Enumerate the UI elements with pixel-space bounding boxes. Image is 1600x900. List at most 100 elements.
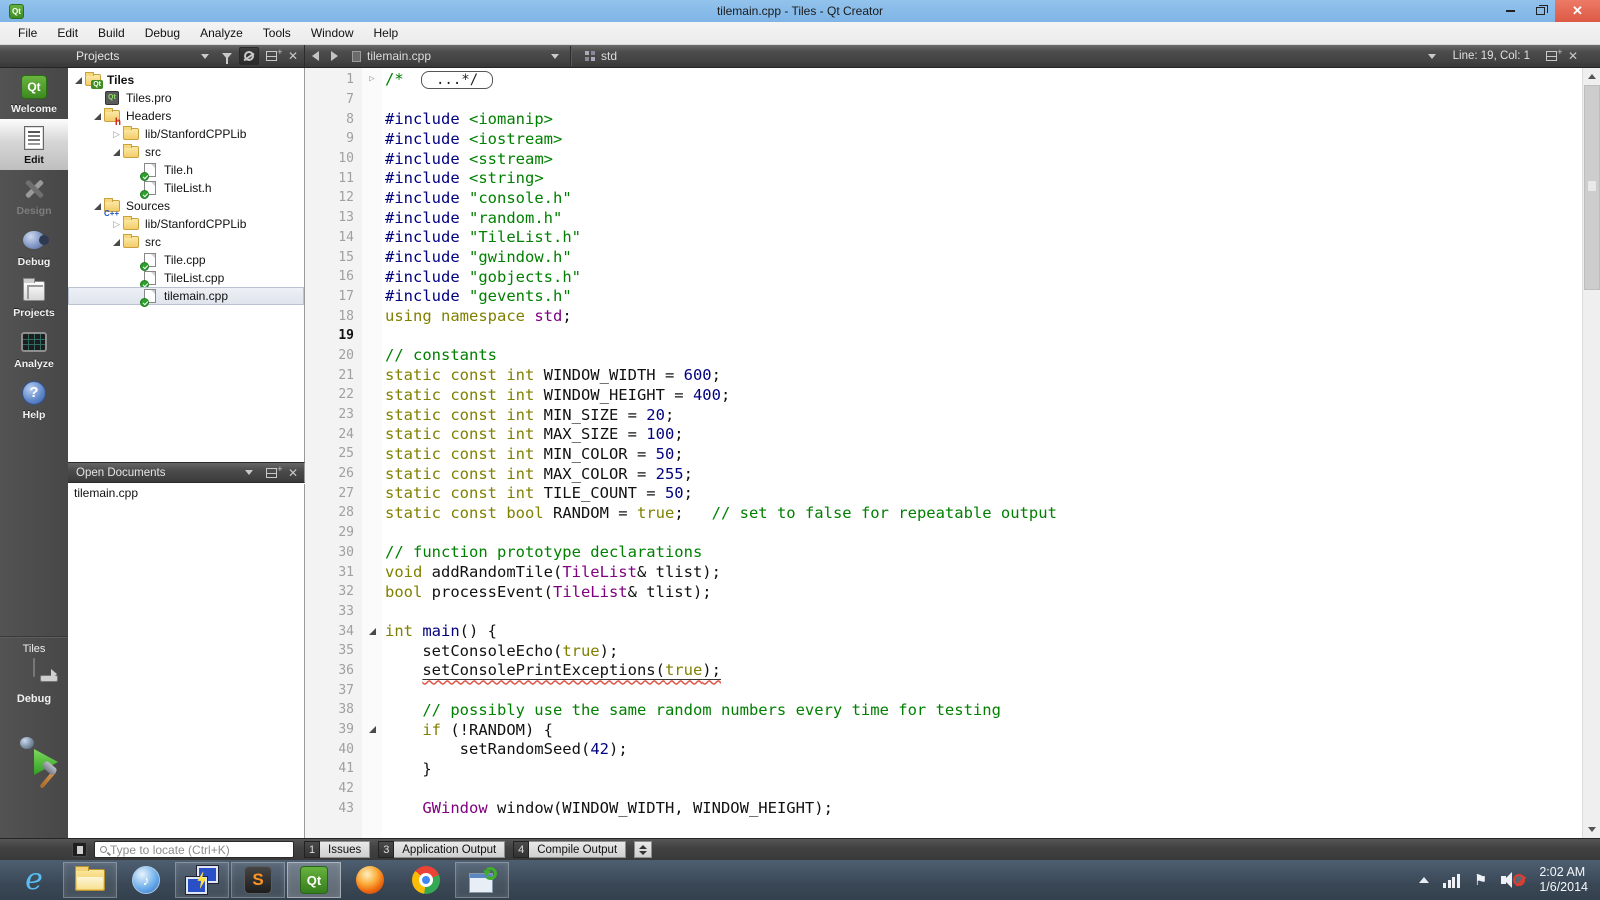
tree-item-sources[interactable]: C++Sources xyxy=(68,197,304,215)
kit-monitor-icon xyxy=(33,658,35,677)
output-pane-compile-output[interactable]: 4Compile Output xyxy=(513,841,626,858)
editor-scrollbar[interactable] xyxy=(1582,68,1600,838)
close-button[interactable]: ✕ xyxy=(1555,0,1600,22)
panel-selector-dropdown-icon[interactable] xyxy=(201,54,209,59)
kit-selector-button[interactable] xyxy=(11,659,57,691)
tree-item-src[interactable]: src xyxy=(68,233,304,251)
tree-item-src[interactable]: src xyxy=(68,143,304,161)
taskbar-item-file-explorer[interactable] xyxy=(63,862,117,898)
tree-item-headers[interactable]: hHeaders xyxy=(68,107,304,125)
tree-item-lib-stanfordcpplib[interactable]: ▷lib/StanfordCPPLib xyxy=(68,125,304,143)
scroll-down-icon[interactable] xyxy=(1583,821,1600,838)
minimize-button[interactable] xyxy=(1495,0,1525,22)
tree-expanded-icon[interactable] xyxy=(72,77,85,84)
sidebar-mode-projects[interactable]: Projects xyxy=(0,272,68,323)
tree-item-tile-h[interactable]: Tile.h xyxy=(68,161,304,179)
document-selector[interactable]: tilemain.cpp xyxy=(367,49,431,63)
open-document-item[interactable]: tilemain.cpp xyxy=(68,484,304,502)
menu-item-analyze[interactable]: Analyze xyxy=(190,22,253,45)
tree-expanded-icon[interactable] xyxy=(110,149,123,156)
tree-expanded-icon[interactable] xyxy=(91,203,104,210)
sidebar-mode-edit[interactable]: Edit xyxy=(0,119,68,170)
code-editor[interactable]: 1▷/* ...*/78#include <iomanip>9#include … xyxy=(305,68,1582,838)
scroll-up-icon[interactable] xyxy=(1583,68,1600,85)
menu-item-build[interactable]: Build xyxy=(88,22,135,45)
sidebar-mode-welcome[interactable]: QtWelcome xyxy=(0,68,68,119)
fold-expanded-icon[interactable] xyxy=(362,726,382,733)
tree-item-label: tilemain.cpp xyxy=(164,289,234,303)
taskbar-clock[interactable]: 2:02 AM 1/6/2014 xyxy=(1539,865,1588,895)
sidebar-mode-debug[interactable]: Debug xyxy=(0,221,68,272)
tree-expanded-icon[interactable] xyxy=(110,239,123,246)
volume-muted-icon[interactable] xyxy=(1501,871,1525,889)
sidebar-mode-help[interactable]: ?Help xyxy=(0,374,68,425)
sync-with-editor-icon[interactable] xyxy=(239,47,259,65)
menu-item-debug[interactable]: Debug xyxy=(135,22,190,45)
show-hidden-icons-icon[interactable] xyxy=(1419,877,1429,883)
menu-item-tools[interactable]: Tools xyxy=(253,22,301,45)
tree-item-tiles[interactable]: QtTiles xyxy=(68,71,304,89)
close-document-icon[interactable]: ✕ xyxy=(1563,47,1583,65)
menu-item-file[interactable]: File xyxy=(8,22,47,45)
output-pane-application-output[interactable]: 3Application Output xyxy=(378,841,505,858)
taskbar-item-chrome[interactable] xyxy=(399,862,453,898)
taskbar-item-remote-desktop[interactable] xyxy=(455,862,509,898)
taskbar-item-firefox[interactable] xyxy=(343,862,397,898)
sidebar-mode-design[interactable]: Design xyxy=(0,170,68,221)
taskbar-item-sublime-text[interactable]: S xyxy=(231,862,285,898)
scrollbar-thumb[interactable] xyxy=(1584,85,1600,290)
code-line-32: 32bool processEvent(TileList& tlist); xyxy=(305,582,1582,602)
menu-item-help[interactable]: Help xyxy=(364,22,409,45)
tree-item-tilelist-h[interactable]: TileList.h xyxy=(68,179,304,197)
code-line-37: 37 xyxy=(305,680,1582,700)
go-back-icon[interactable] xyxy=(312,51,319,61)
output-pane-arrows-button[interactable] xyxy=(634,841,652,858)
taskbar-item-putty[interactable] xyxy=(175,862,229,898)
line-number: 16 xyxy=(305,269,362,284)
tree-collapsed-icon[interactable]: ▷ xyxy=(110,130,123,139)
line-number: 29 xyxy=(305,525,362,540)
fold-collapsed-icon[interactable]: ▷ xyxy=(362,75,382,84)
tree-expanded-icon[interactable] xyxy=(91,113,104,120)
collapsed-comment-box[interactable]: ...*/ xyxy=(421,71,493,89)
go-forward-icon[interactable] xyxy=(331,51,338,61)
sidebar-mode-analyze[interactable]: Analyze xyxy=(0,323,68,374)
restore-button[interactable] xyxy=(1525,0,1555,22)
line-number: 39 xyxy=(305,722,362,737)
menu-item-window[interactable]: Window xyxy=(301,22,364,45)
tree-collapsed-icon[interactable]: ▷ xyxy=(110,220,123,229)
split-editor-icon[interactable] xyxy=(1541,47,1561,65)
tree-item-tilelist-cpp[interactable]: TileList.cpp xyxy=(68,269,304,287)
panel-selector[interactable]: Projects xyxy=(68,49,194,63)
open-documents-dropdown-icon[interactable] xyxy=(245,470,253,475)
toolbar-overflow-icon[interactable] xyxy=(1428,54,1436,59)
split-panel-icon[interactable] xyxy=(261,47,281,65)
folder-qt-icon: Qt xyxy=(85,73,102,88)
code-line-10: 10#include <sstream> xyxy=(305,149,1582,169)
taskbar-item-itunes[interactable]: ♪ xyxy=(119,862,173,898)
open-documents-title[interactable]: Open Documents xyxy=(68,467,238,479)
action-center-flag-icon[interactable]: ⚑ xyxy=(1474,873,1487,888)
taskbar-item-qt-creator[interactable]: Qt xyxy=(287,862,341,898)
taskbar-item-internet-explorer[interactable]: e xyxy=(7,862,61,898)
split-open-documents-icon[interactable] xyxy=(261,464,281,482)
symbol-selector[interactable]: std xyxy=(601,49,617,63)
tree-item-lib-stanfordcpplib[interactable]: ▷lib/StanfordCPPLib xyxy=(68,215,304,233)
filter-icon[interactable] xyxy=(217,47,237,65)
code-line-26: 26static const int MAX_COLOR = 255; xyxy=(305,464,1582,484)
locator-filter-button[interactable] xyxy=(72,842,87,857)
close-panel-icon[interactable]: ✕ xyxy=(283,47,303,65)
network-signal-icon[interactable] xyxy=(1443,873,1460,888)
tree-item-tile-cpp[interactable]: Tile.cpp xyxy=(68,251,304,269)
tree-item-tiles-pro[interactable]: Tiles.pro xyxy=(68,89,304,107)
toolbar: Projects ✕ tilemain.cpp std Line: 19, Co… xyxy=(0,45,1600,68)
document-selector-dropdown-icon[interactable] xyxy=(551,54,559,59)
close-open-documents-icon[interactable]: ✕ xyxy=(283,464,303,482)
output-pane-issues[interactable]: 1Issues xyxy=(304,841,370,858)
tree-item-tilemain-cpp[interactable]: tilemain.cpp xyxy=(68,287,304,305)
locator-search-input[interactable]: Type to locate (Ctrl+K) xyxy=(94,841,294,858)
fold-expanded-icon[interactable] xyxy=(362,628,382,635)
output-pane-label: Compile Output xyxy=(529,841,626,858)
windows-taskbar: e ♪ SQt ⚑ 2:02 AM 1/6/2014 xyxy=(0,860,1600,900)
menu-item-edit[interactable]: Edit xyxy=(47,22,88,45)
